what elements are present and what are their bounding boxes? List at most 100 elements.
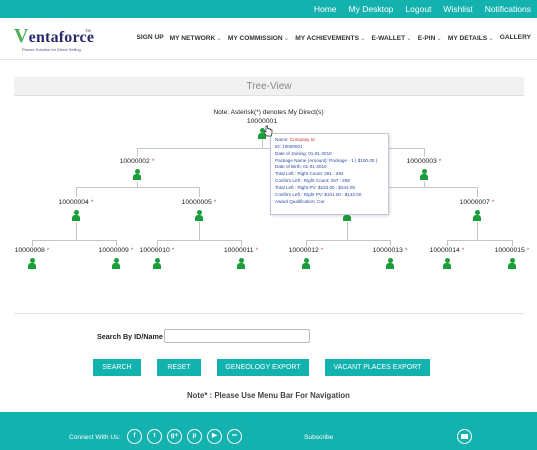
- top-link-home[interactable]: Home: [314, 4, 337, 14]
- top-bar: Home My Desktop Logout Wishlist Notifica…: [0, 0, 537, 18]
- tree-node-label[interactable]: 10000012 *: [289, 247, 324, 254]
- member-icon[interactable]: [420, 169, 428, 180]
- youtube-icon[interactable]: ▶: [207, 429, 222, 444]
- tree-connector: [76, 226, 77, 240]
- member-icon[interactable]: [133, 169, 141, 180]
- tree-node-label[interactable]: 10000001: [247, 118, 277, 125]
- node-id: 10000004: [58, 199, 89, 206]
- nav-my-details[interactable]: MY DETAILS⌄: [448, 34, 494, 42]
- member-icon[interactable]: [153, 258, 161, 269]
- main-nav: SIGN UP MY NETWORK⌄ MY COMMISSION⌄ MY AC…: [137, 34, 531, 42]
- tree-view-title: Tree-View: [14, 77, 524, 96]
- rss-icon[interactable]: ∾: [227, 429, 242, 444]
- geneology-export-button[interactable]: GENEOLOGY EXPORT: [217, 359, 309, 376]
- tree-node-label[interactable]: 10000009 *: [99, 247, 134, 254]
- tooltip-row: Total Left : Right Count: 281 : 284: [275, 171, 344, 177]
- top-link-my-desktop[interactable]: My Desktop: [349, 4, 394, 14]
- directs-note: Note: Asterisk(*) denotes My Direct(s): [213, 109, 324, 116]
- direct-asterisk: *: [88, 199, 94, 206]
- member-icon[interactable]: [386, 258, 394, 269]
- tooltip-row: ID: 10000001: [275, 143, 303, 149]
- tooltip-row: Name: Company Id: [275, 137, 315, 142]
- member-icon[interactable]: [72, 210, 80, 221]
- chevron-down-icon: ⌄: [283, 35, 290, 42]
- member-icon[interactable]: [508, 258, 516, 269]
- facebook-icon[interactable]: f: [127, 429, 142, 444]
- logo-tm: TM: [85, 28, 91, 33]
- member-icon[interactable]: [443, 258, 451, 269]
- pinterest-icon[interactable]: p: [187, 429, 202, 444]
- direct-asterisk: *: [524, 247, 530, 254]
- tree-node-label[interactable]: 10000008 *: [15, 247, 50, 254]
- tree-node-label[interactable]: 10000004 *: [59, 199, 94, 206]
- mail-icon[interactable]: [457, 429, 472, 444]
- nav-my-commission[interactable]: MY COMMISSION⌄: [228, 34, 289, 42]
- tree-node-label[interactable]: 10000011 *: [224, 247, 258, 254]
- member-tooltip: Name: Company Id ID: 10000001 Date of Join…: [270, 133, 389, 215]
- tree-connector: [137, 182, 138, 187]
- top-link-logout[interactable]: Logout: [405, 4, 431, 14]
- tree-node-label[interactable]: 10000013 *: [373, 247, 408, 254]
- tree-node-label[interactable]: 10000002 *: [120, 158, 155, 165]
- member-icon[interactable]: [28, 258, 36, 269]
- search-input[interactable]: [164, 329, 310, 343]
- direct-asterisk: *: [253, 247, 259, 254]
- tooltip-row: Date of Joining: 01-01-2010: [275, 150, 332, 156]
- tree-node-label[interactable]: 10000014 *: [430, 247, 465, 254]
- node-id: 10000003: [406, 158, 437, 165]
- nav-my-network[interactable]: MY NETWORK⌄: [170, 34, 222, 42]
- chevron-down-icon: ⌄: [488, 35, 494, 42]
- node-id: 10000007: [459, 199, 490, 206]
- search-label: Search By ID/Name: [97, 332, 163, 341]
- tree-connector: [199, 222, 200, 226]
- twitter-icon[interactable]: t: [147, 429, 162, 444]
- vacant-places-export-button[interactable]: VACANT PLACES EXPORT: [325, 359, 430, 376]
- member-icon[interactable]: [237, 258, 245, 269]
- direct-asterisk: *: [44, 247, 50, 254]
- hand-cursor-icon: [263, 125, 273, 137]
- nav-e-wallet[interactable]: E-WALLET⌄: [372, 34, 412, 42]
- direct-asterisk: *: [169, 247, 175, 254]
- nav-my-achievements[interactable]: MY ACHIEVEMENTS⌄: [295, 34, 365, 42]
- tree-connector: [447, 240, 448, 246]
- tree-node-label[interactable]: 10000015 *: [495, 247, 530, 254]
- tree-connector: [199, 187, 200, 197]
- tree-connector: [424, 148, 425, 156]
- top-link-notifications[interactable]: Notifications: [485, 4, 531, 14]
- nav-gallery[interactable]: GALLERY: [500, 34, 531, 42]
- nav-sign-up[interactable]: SIGN UP: [137, 34, 164, 42]
- logo[interactable]: Ventaforce TM Proven Solution for Direct…: [14, 25, 134, 55]
- node-id: 10000011: [223, 247, 254, 254]
- tree-connector: [347, 222, 348, 226]
- tree-node-label[interactable]: 10000010 *: [140, 247, 175, 254]
- logo-word: Ventaforce: [14, 25, 95, 47]
- member-icon[interactable]: [302, 258, 310, 269]
- direct-asterisk: *: [489, 199, 495, 206]
- direct-asterisk: *: [459, 247, 465, 254]
- direct-asterisk: *: [149, 158, 155, 165]
- tooltip-row: Date of Birth: 01-01-2010: [275, 164, 327, 170]
- subscribe-label: Subscribe: [304, 434, 334, 441]
- member-icon[interactable]: [473, 210, 481, 221]
- tree-node-label[interactable]: 10000005 *: [182, 199, 217, 206]
- tree-connector: [137, 148, 138, 156]
- tree-connector: [477, 222, 478, 226]
- tree-connector: [262, 139, 263, 148]
- tree-connector: [424, 182, 425, 187]
- member-icon[interactable]: [195, 210, 203, 221]
- tree-connector: [76, 187, 77, 197]
- tooltip-row: Award Qualification: Car: [275, 198, 325, 204]
- tree-node-label[interactable]: 10000007 *: [460, 199, 495, 206]
- top-link-wishlist[interactable]: Wishlist: [443, 4, 472, 14]
- tree-node-label[interactable]: 10000003 *: [407, 158, 442, 165]
- top-links: Home My Desktop Logout Wishlist Notifica…: [314, 0, 531, 18]
- tree-connector: [241, 240, 242, 246]
- tooltip-row: Total Left : Right PV: $183.00 : $244.00: [275, 184, 356, 190]
- google-plus-icon[interactable]: g+: [167, 429, 182, 444]
- tooltip-row: Package Name (Amount): Package - 1 ( $10…: [275, 157, 378, 163]
- tree-connector: [477, 187, 478, 197]
- reset-button[interactable]: RESET: [157, 359, 201, 376]
- search-button[interactable]: SEARCH: [93, 359, 141, 376]
- member-icon[interactable]: [112, 258, 120, 269]
- nav-e-pin[interactable]: E-PIN⌄: [418, 34, 442, 42]
